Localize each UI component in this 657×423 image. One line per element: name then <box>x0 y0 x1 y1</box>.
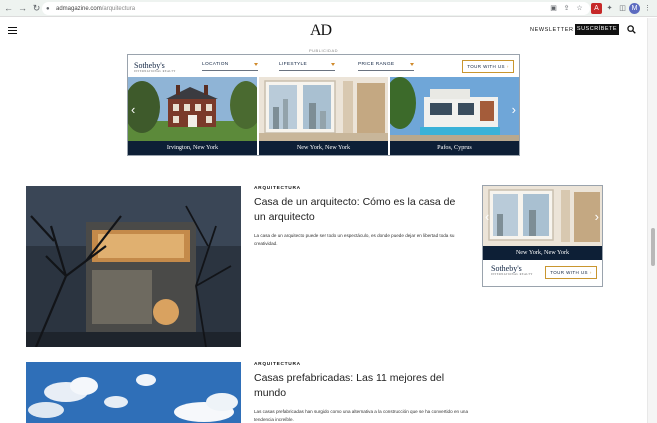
forward-arrow-icon[interactable]: → <box>17 3 28 14</box>
article-title[interactable]: Casa de un arquitecto: Cómo es la casa d… <box>254 195 469 225</box>
listing-slide[interactable]: ‹ › New York, New York <box>483 186 602 260</box>
subscribe-button[interactable]: SUSCRÍBETE <box>575 24 619 35</box>
chevron-left-icon[interactable]: ‹ <box>131 103 135 116</box>
listing-caption: Pafos, Cyprus <box>390 141 519 155</box>
listing-slide[interactable]: New York, New York <box>259 77 388 155</box>
sothebys-side-ad[interactable]: ‹ › New York, New York Sotheby's INTERNA… <box>482 185 603 287</box>
page-viewport: AD NEWSLETTER SUSCRÍBETE PUBLICIDAD Soth… <box>0 18 647 423</box>
brand-subtitle: INTERNATIONAL REALTY <box>491 273 533 276</box>
chevron-down-icon <box>254 63 258 66</box>
tour-label: TOUR WITH US <box>467 64 505 69</box>
article-image[interactable] <box>26 186 241 347</box>
translate-icon[interactable]: ▣ <box>548 3 559 14</box>
article-category[interactable]: ARQUITECTURA <box>254 362 301 367</box>
search-icon[interactable] <box>627 25 636 34</box>
chevron-down-icon <box>410 63 414 66</box>
location-label: LOCATION <box>202 62 229 67</box>
url-domain: admagazine.com <box>56 5 102 12</box>
article-category[interactable]: ARQUITECTURA <box>254 186 301 191</box>
menu-dots-icon[interactable]: ⋮ <box>642 3 653 14</box>
listing-caption: New York, New York <box>483 246 602 260</box>
url-path: /arquitectura <box>101 5 136 12</box>
listing-caption: New York, New York <box>259 141 388 155</box>
chevron-right-icon[interactable]: › <box>512 103 516 116</box>
share-icon[interactable]: ⇪ <box>561 3 572 14</box>
price-range-dropdown[interactable]: PRICE RANGE <box>358 61 414 71</box>
arrow-right-icon: › <box>506 64 509 69</box>
chevron-left-icon[interactable]: ‹ <box>485 210 489 223</box>
article-excerpt: Las casas prefabricadas han surgido como… <box>254 409 468 422</box>
brand-name: Sotheby's <box>491 264 522 273</box>
tour-with-us-button[interactable]: TOUR WITH US › <box>462 60 514 73</box>
back-arrow-icon[interactable]: ← <box>3 3 14 14</box>
site-header: AD NEWSLETTER SUSCRÍBETE <box>0 18 647 44</box>
hamburger-menu-icon[interactable] <box>8 27 17 35</box>
sothebys-logo[interactable]: Sotheby's INTERNATIONAL REALTY <box>491 264 533 276</box>
chevron-right-icon[interactable]: › <box>595 210 599 223</box>
prefab-house-photo <box>26 362 241 423</box>
chevron-down-icon <box>331 63 335 66</box>
brand-name: Sotheby's <box>134 61 165 70</box>
listing-slide[interactable]: ‹ Irvington, New York <box>128 77 257 155</box>
pdf-extension-icon[interactable]: A <box>591 3 602 14</box>
price-range-label: PRICE RANGE <box>358 62 395 67</box>
newsletter-link[interactable]: NEWSLETTER <box>530 27 574 33</box>
sidebar-icon[interactable]: ◫ <box>617 3 628 14</box>
tour-label: TOUR WITH US <box>550 270 588 275</box>
lifestyle-label: LIFESTYLE <box>279 62 308 67</box>
location-dropdown[interactable]: LOCATION <box>202 61 258 71</box>
article-image[interactable] <box>26 362 241 423</box>
tour-with-us-button[interactable]: TOUR WITH US › <box>545 266 597 279</box>
article-title[interactable]: Casas prefabricadas: Las 11 mejores del … <box>254 371 469 401</box>
scrollbar-thumb[interactable] <box>651 228 655 266</box>
arrow-right-icon: › <box>589 270 592 275</box>
article-excerpt: La casa de un arquitecto puede ser todo … <box>254 233 455 246</box>
page-scrollbar[interactable] <box>647 18 657 423</box>
profile-avatar-icon[interactable]: M <box>629 3 640 14</box>
listing-caption: Irvington, New York <box>128 141 257 155</box>
lifestyle-dropdown[interactable]: LIFESTYLE <box>279 61 335 71</box>
listing-slide[interactable]: › Pafos, Cyprus <box>390 77 519 155</box>
brand-subtitle: INTERNATIONAL REALTY <box>134 70 176 73</box>
lock-icon: ● <box>46 5 50 12</box>
architect-house-photo <box>26 186 241 347</box>
reload-icon[interactable]: ↻ <box>31 3 42 14</box>
address-bar[interactable]: ● admagazine.com/arquitectura <box>42 2 590 15</box>
advertising-label: PUBLICIDAD <box>309 48 339 53</box>
sothebys-logo[interactable]: Sotheby's INTERNATIONAL REALTY <box>134 61 176 73</box>
bookmark-star-icon[interactable]: ☆ <box>574 3 585 14</box>
ad-logo[interactable]: AD <box>310 22 332 40</box>
extensions-puzzle-icon[interactable]: ✦ <box>604 3 615 14</box>
browser-toolbar: ← → ↻ ● admagazine.com/arquitectura ▣ ⇪ … <box>0 0 657 17</box>
sothebys-banner-ad[interactable]: Sotheby's INTERNATIONAL REALTY LOCATION … <box>127 54 520 156</box>
